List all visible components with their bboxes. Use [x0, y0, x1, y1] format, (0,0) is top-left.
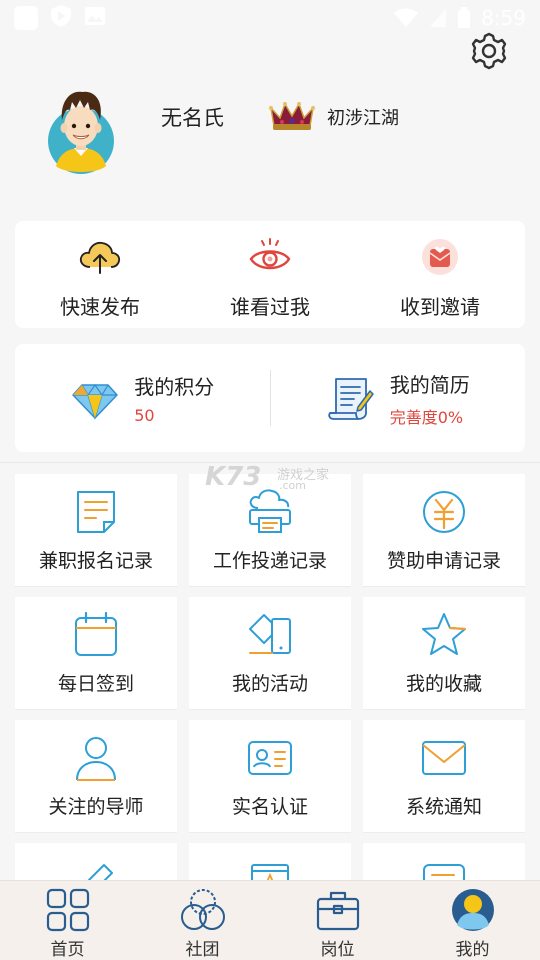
printer-icon: [249, 489, 291, 533]
message-icon: [423, 864, 465, 880]
followed-mentors[interactable]: 关注的导师: [15, 720, 177, 833]
status-bar: 8:59: [0, 0, 540, 36]
badge-icon: [251, 864, 289, 880]
sponsorship-application-records-label: 赞助申请记录: [386, 550, 501, 572]
my-points-title: 我的积分: [134, 375, 215, 399]
invitation-icon: [418, 235, 462, 279]
my-favorites[interactable]: 我的收藏: [363, 597, 525, 710]
my-points-button[interactable]: 我的积分 50: [15, 344, 270, 452]
status-time: 8:59: [481, 6, 526, 30]
quick-publish-button[interactable]: 快速发布: [15, 221, 185, 328]
my-resume-button[interactable]: 我的简历 完善度0%: [271, 344, 526, 452]
followed-mentors-label: 关注的导师: [48, 796, 144, 818]
image-icon: [84, 6, 106, 30]
nav-jobs-label: 岗位: [320, 940, 355, 960]
system-notifications[interactable]: 系统通知: [363, 720, 525, 833]
daily-checkin[interactable]: 每日签到: [15, 597, 177, 710]
received-invitation-label: 收到邀请: [400, 295, 480, 319]
my-resume-value: 完善度0%: [389, 407, 464, 427]
pencil-icon: [87, 864, 113, 880]
real-name-verification[interactable]: 实名认证: [189, 720, 351, 833]
id-card-icon: [248, 741, 292, 775]
document-icon: [77, 491, 115, 533]
nav-mine-label: 我的: [455, 940, 490, 960]
sponsorship-application-records[interactable]: 赞助申请记录: [363, 474, 525, 587]
cloud-upload-icon: [78, 235, 122, 279]
crown-icon: [268, 100, 316, 132]
diamond-icon: [70, 373, 120, 423]
section-divider: [0, 462, 540, 463]
person-icon: [76, 737, 116, 781]
my-activities-label: 我的活动: [231, 673, 308, 695]
job-application-records[interactable]: 工作投递记录: [189, 474, 351, 587]
phone-tablet-icon: [249, 614, 291, 654]
job-application-records-label: 工作投递记录: [212, 550, 327, 572]
briefcase-icon: [316, 891, 359, 931]
yuan-icon: [423, 491, 465, 533]
avatar[interactable]: [46, 86, 116, 176]
my-resume-title: 我的简历: [389, 372, 470, 397]
nav-mine[interactable]: 我的: [405, 881, 540, 960]
part-time-signup-records-label: 兼职报名记录: [38, 550, 153, 572]
community-icon: [180, 889, 225, 930]
rank-label: 初涉江湖: [327, 108, 399, 129]
quick-actions-card: 快速发布 谁看过我 收到邀请: [15, 221, 525, 328]
my-activities[interactable]: 我的活动: [189, 597, 351, 710]
envelope-icon: [422, 741, 466, 775]
user-avatar-icon: [451, 889, 494, 931]
bottom-nav: 首页 社团 岗位 我的: [0, 880, 540, 960]
star-icon: [422, 613, 467, 655]
battery-icon: [457, 7, 471, 29]
feature-grid: 兼职报名记录 工作投递记录 赞助申请记录 每日签到 我的活动 我的收藏 关注的导…: [15, 474, 525, 880]
resume-icon: [326, 373, 376, 423]
received-invitation-button[interactable]: 收到邀请: [355, 221, 525, 328]
notification-app-icon: [14, 6, 38, 30]
stats-card: 我的积分 50 我的简历 完善度0%: [15, 344, 525, 452]
nav-jobs[interactable]: 岗位: [270, 881, 405, 960]
grid-item-message[interactable]: [363, 843, 525, 880]
nav-home-label: 首页: [50, 940, 85, 960]
grid-item-pencil[interactable]: [15, 843, 177, 880]
who-viewed-me-label: 谁看过我: [230, 295, 310, 319]
shield-play-icon: [50, 4, 72, 32]
daily-checkin-label: 每日签到: [57, 673, 134, 695]
part-time-signup-records[interactable]: 兼职报名记录: [15, 474, 177, 587]
grid-item-badge[interactable]: [189, 843, 351, 880]
real-name-verification-label: 实名认证: [231, 796, 308, 818]
quick-publish-label: 快速发布: [60, 295, 140, 319]
who-viewed-me-button[interactable]: 谁看过我: [185, 221, 355, 328]
my-points-value: 50: [134, 406, 155, 425]
signal-icon: [429, 8, 447, 28]
my-favorites-label: 我的收藏: [405, 673, 482, 695]
settings-button[interactable]: [470, 32, 508, 70]
home-grid-icon: [46, 888, 89, 932]
nav-community[interactable]: 社团: [135, 881, 270, 960]
username: 无名氏: [161, 106, 224, 130]
gear-icon: [471, 32, 507, 70]
nav-community-label: 社团: [185, 940, 220, 960]
system-notifications-label: 系统通知: [405, 796, 482, 818]
nav-home[interactable]: 首页: [0, 881, 135, 960]
wifi-icon: [393, 8, 419, 28]
eye-icon: [248, 235, 292, 279]
calendar-icon: [75, 611, 117, 656]
